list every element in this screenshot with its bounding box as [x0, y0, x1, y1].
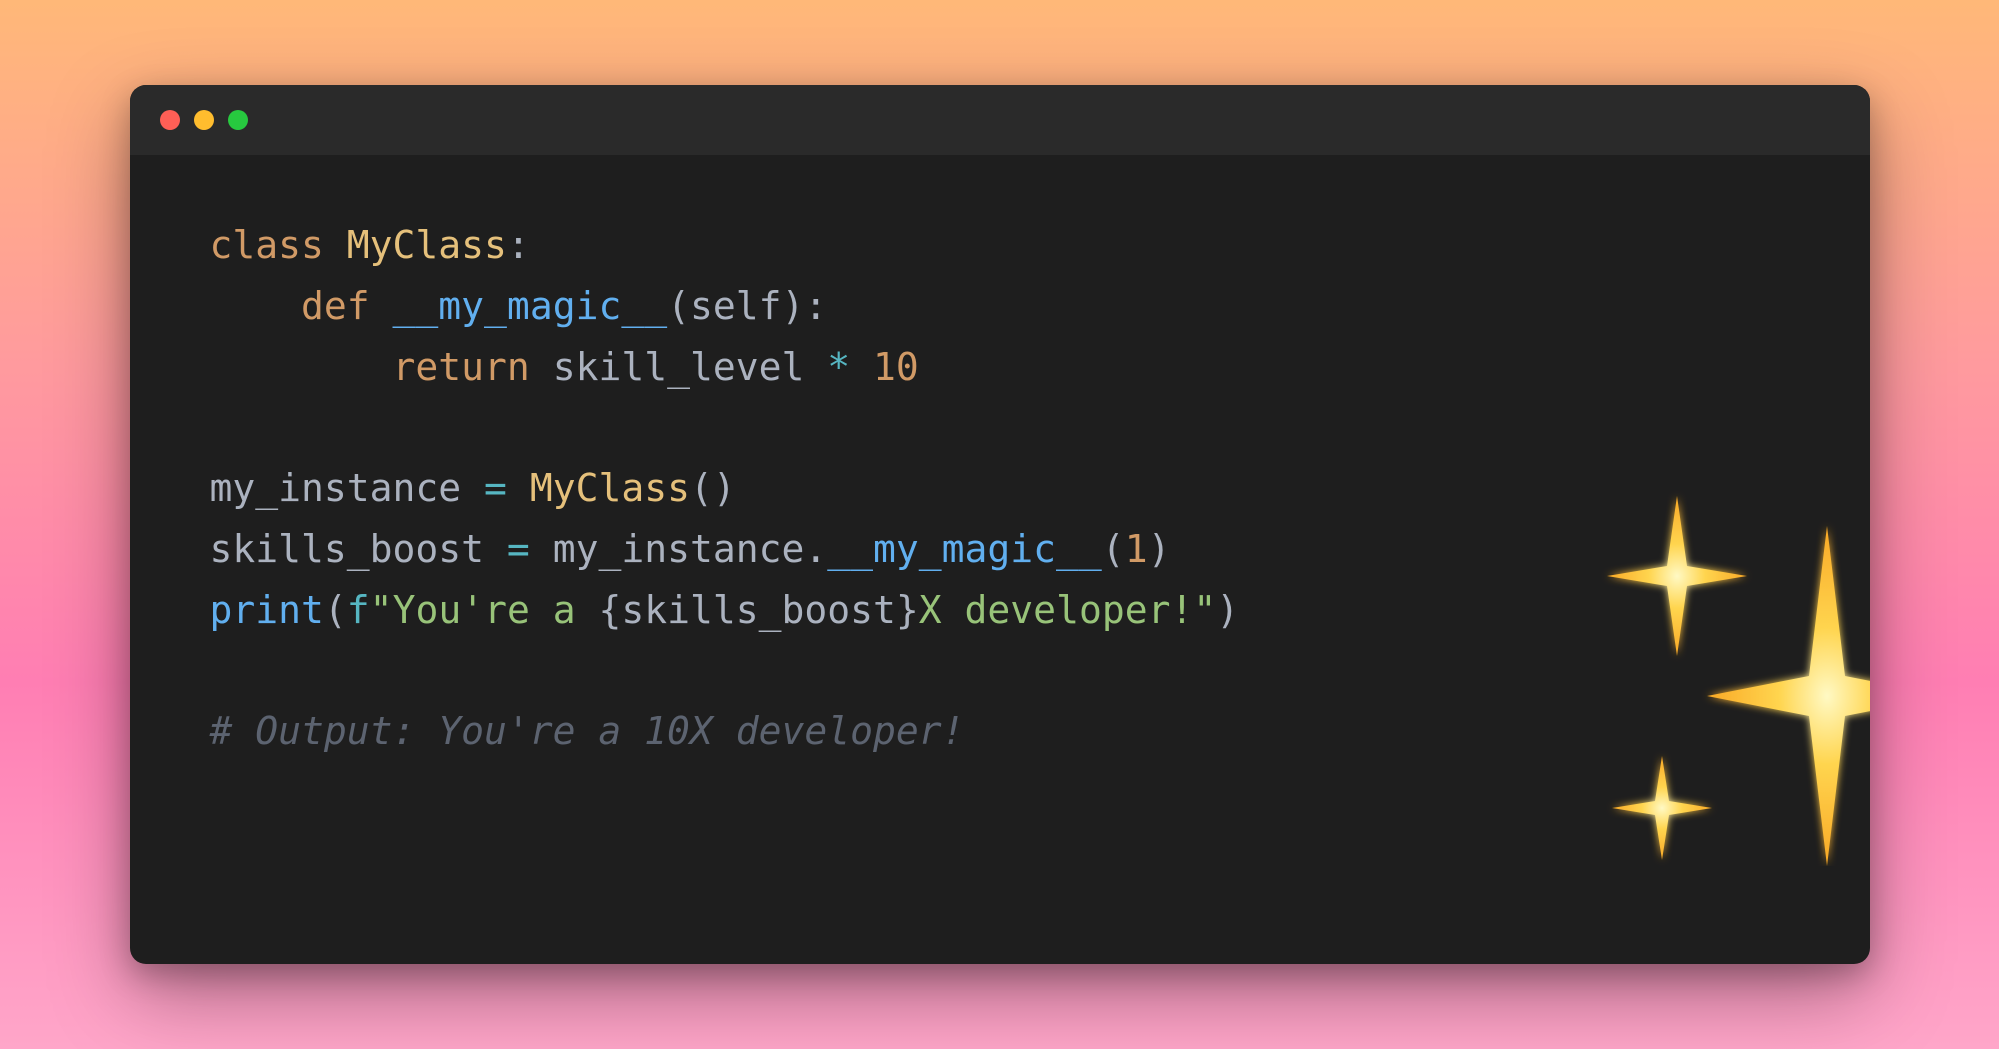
arg-1: 1 — [1125, 527, 1148, 571]
parens: () — [690, 466, 736, 510]
brace-open: { — [598, 588, 621, 632]
var-my-instance: my_instance — [210, 466, 462, 510]
rparen-colon: ): — [782, 284, 828, 328]
str-open: " — [370, 588, 393, 632]
keyword-def: def — [301, 284, 370, 328]
var-instance: my_instance — [553, 527, 805, 571]
lparen: ( — [667, 284, 690, 328]
op-assign: = — [461, 466, 530, 510]
rparen-2: ) — [1148, 527, 1171, 571]
code-window: class MyClass: def __my_magic__(self): r… — [130, 85, 1870, 964]
var-skill-level: skill_level — [553, 345, 805, 389]
colon: : — [507, 223, 530, 267]
op-multiply: * — [804, 345, 873, 389]
minimize-icon[interactable] — [194, 110, 214, 130]
function-name: __my_magic__ — [393, 284, 668, 328]
sparkles-icon — [1440, 425, 1820, 805]
lparen-3: ( — [324, 588, 347, 632]
keyword-class: class — [210, 223, 324, 267]
param-self: self — [690, 284, 782, 328]
dot: . — [804, 527, 827, 571]
str-part-2: X developer! — [919, 588, 1194, 632]
f-prefix: f — [347, 588, 370, 632]
comment-output: # Output: You're a 10X developer! — [210, 709, 965, 753]
keyword-return: return — [393, 345, 530, 389]
method-call: __my_magic__ — [827, 527, 1102, 571]
class-call: MyClass — [530, 466, 690, 510]
code-content: class MyClass: def __my_magic__(self): r… — [130, 155, 1870, 964]
str-part-1: You're a — [393, 588, 599, 632]
interp-var: skills_boost — [621, 588, 896, 632]
str-close: " — [1193, 588, 1216, 632]
var-skills-boost: skills_boost — [210, 527, 485, 571]
titlebar — [130, 85, 1870, 155]
close-icon[interactable] — [160, 110, 180, 130]
number-10: 10 — [873, 345, 919, 389]
class-name: MyClass — [347, 223, 507, 267]
maximize-icon[interactable] — [228, 110, 248, 130]
rparen-3: ) — [1216, 588, 1239, 632]
brace-close: } — [896, 588, 919, 632]
print-call: print — [210, 588, 324, 632]
op-assign-2: = — [484, 527, 553, 571]
lparen-2: ( — [1102, 527, 1125, 571]
